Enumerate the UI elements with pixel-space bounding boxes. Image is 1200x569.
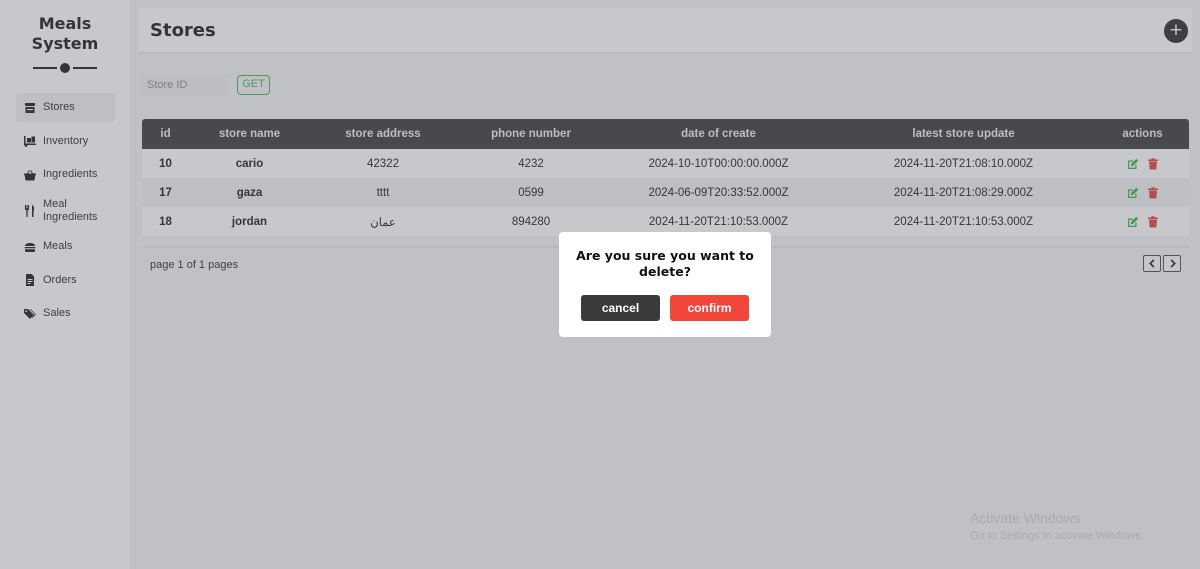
confirm-button[interactable]: confirm xyxy=(670,295,749,321)
dialog-message: Are you sure you want to delete? xyxy=(576,248,754,279)
delete-confirm-dialog: Are you sure you want to delete? cancel … xyxy=(559,232,771,337)
cancel-button[interactable]: cancel xyxy=(581,295,660,321)
